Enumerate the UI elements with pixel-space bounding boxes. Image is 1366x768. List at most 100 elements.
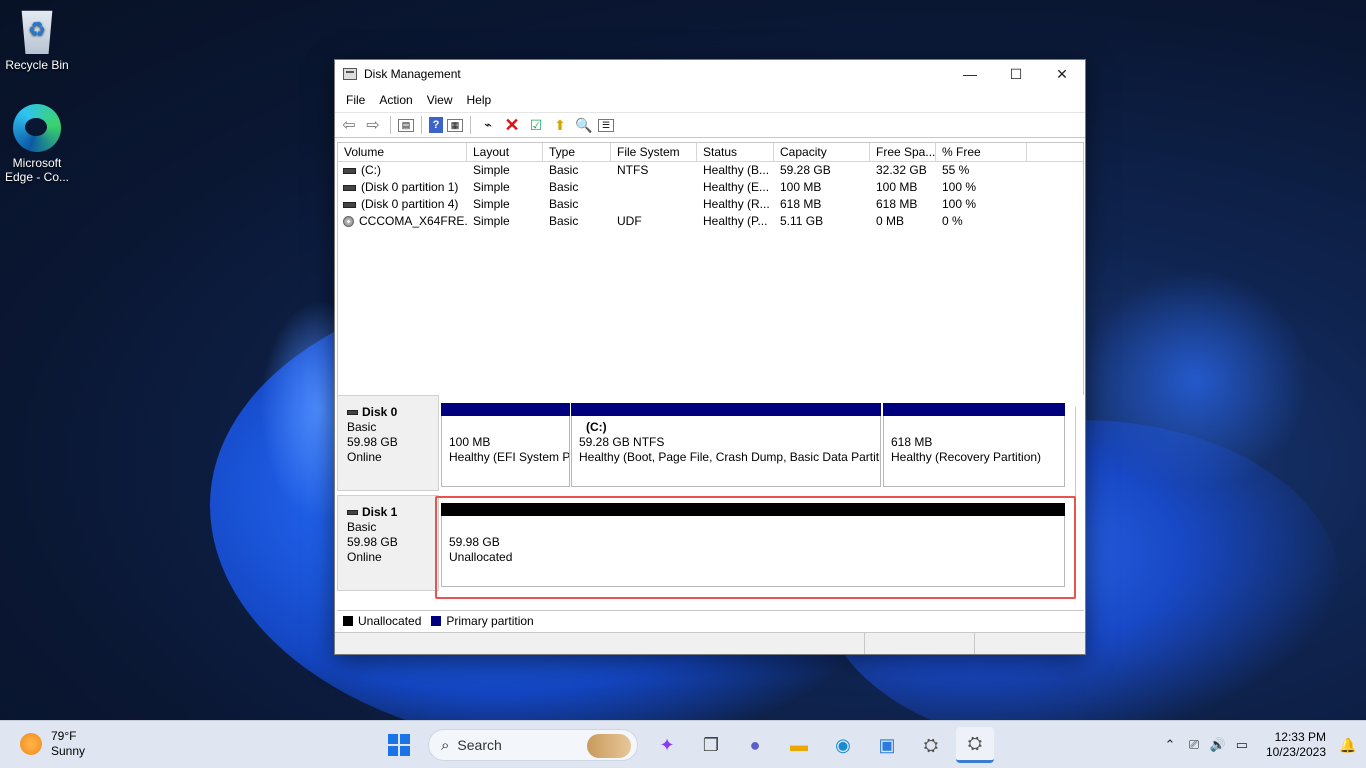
microsoft-store-icon[interactable]: ▣: [868, 727, 906, 763]
desktop-icon-edge[interactable]: Microsoft Edge - Co...: [0, 104, 74, 184]
teams-chat-icon[interactable]: ●: [736, 727, 774, 763]
connect-drive-icon[interactable]: ⌁: [478, 115, 498, 135]
legend-label-primary: Primary partition: [446, 613, 534, 628]
column-header-file-system[interactable]: File System: [611, 143, 697, 161]
drive-icon: [343, 167, 356, 174]
percent-free-cell: 100 %: [942, 197, 977, 211]
free-space-cell: 100 MB: [876, 180, 918, 194]
table-row[interactable]: (Disk 0 partition 1) Simple Basic Health…: [338, 179, 1083, 196]
table-row[interactable]: (C:) Simple Basic NTFS Healthy (B... 59.…: [338, 162, 1083, 179]
column-header-status[interactable]: Status: [697, 143, 774, 161]
table-row[interactable]: CCCOMA_X64FRE... Simple Basic UDF Health…: [338, 213, 1083, 230]
partition-legend: Unallocated Primary partition: [337, 610, 1084, 630]
file-system-cell: UDF: [617, 214, 642, 228]
column-header-percent-free[interactable]: % Free: [936, 143, 1027, 161]
weather-widget[interactable]: 79°F Sunny: [20, 729, 85, 759]
taskbar-search[interactable]: ⌕ Search: [428, 729, 638, 761]
menu-help[interactable]: Help: [460, 93, 499, 107]
maximize-button[interactable]: ☐: [993, 60, 1039, 88]
drive-icon: [343, 201, 356, 208]
clock-date: 10/23/2023: [1265, 745, 1326, 759]
back-arrow-icon[interactable]: ⇦: [339, 115, 359, 135]
capacity-cell: 100 MB: [780, 180, 822, 194]
weather-condition: Sunny: [51, 744, 86, 758]
notification-bell-icon[interactable]: 🔔: [1336, 737, 1360, 754]
sun-icon: [20, 733, 42, 755]
disk-management-window: Disk Management — ☐ ✕ File Action View H…: [334, 59, 1086, 655]
disk-name: Disk 0: [347, 405, 438, 420]
clock-time: 12:33 PM: [1274, 730, 1326, 744]
properties-panel-icon[interactable]: ☰: [598, 118, 614, 132]
edge-taskbar-icon[interactable]: ◉: [824, 727, 862, 763]
search-folder-icon[interactable]: 🔍: [574, 115, 594, 135]
task-view-icon[interactable]: ❐: [692, 727, 730, 763]
partition-c[interactable]: (C:) 59.28 GB NTFS Healthy (Boot, Page F…: [571, 403, 881, 491]
column-header-layout[interactable]: Layout: [467, 143, 543, 161]
file-explorer-icon[interactable]: ▬: [780, 727, 818, 763]
window-title: Disk Management: [364, 67, 461, 81]
disk-state: Online: [347, 550, 382, 564]
table-row[interactable]: (Disk 0 partition 4) Simple Basic Health…: [338, 196, 1083, 213]
partition-label: [449, 520, 1064, 535]
partition-status: Healthy (Boot, Page File, Crash Dump, Ba…: [579, 450, 881, 464]
forward-arrow-icon[interactable]: ⇨: [363, 115, 383, 135]
disk-management-taskbar-icon[interactable]: ⛭: [956, 727, 994, 763]
title-bar[interactable]: Disk Management — ☐ ✕: [335, 60, 1085, 88]
taskbar: 79°F Sunny ⌕ Search ✦ ❐ ● ▬ ◉ ▣ ⛭ ⛭ ⌃ ⎚ …: [0, 720, 1366, 768]
close-button[interactable]: ✕: [1039, 60, 1085, 88]
layout-cell: Simple: [473, 163, 510, 177]
partition-size: 618 MB: [891, 435, 933, 449]
volume-name: (C:): [361, 163, 381, 177]
disk-type: Basic: [347, 420, 377, 434]
start-button[interactable]: [380, 727, 418, 763]
partition-status: Healthy (Recovery Partition): [891, 450, 1042, 464]
copilot-icon[interactable]: ✦: [648, 727, 686, 763]
disk-info-panel[interactable]: Disk 1 Basic 59.98 GB Online: [337, 495, 439, 591]
disk-name: Disk 1: [347, 505, 438, 520]
disk-name-label: Disk 1: [362, 505, 398, 519]
computer-management-icon[interactable]: ⛭: [912, 727, 950, 763]
volume-cell: CCCOMA_X64FRE...: [338, 213, 467, 230]
show-hide-console-tree-icon[interactable]: ▤: [398, 118, 414, 132]
disk-info-panel[interactable]: Disk 0 Basic 59.98 GB Online: [337, 395, 439, 491]
legend-label-unallocated: Unallocated: [358, 613, 422, 628]
network-icon[interactable]: ⎚: [1182, 737, 1206, 753]
menu-action[interactable]: Action: [372, 93, 419, 107]
partition-size: 59.28 GB NTFS: [579, 435, 665, 449]
show-action-pane-icon[interactable]: ▦: [447, 118, 463, 132]
partition-unallocated[interactable]: 59.98 GB Unallocated: [441, 503, 1065, 591]
column-header-free-space[interactable]: Free Spa...: [870, 143, 936, 161]
partition-efi[interactable]: 100 MB Healthy (EFI System P: [441, 403, 570, 491]
free-space-cell: 618 MB: [876, 197, 918, 211]
column-header-capacity[interactable]: Capacity: [774, 143, 870, 161]
column-header-volume[interactable]: Volume: [338, 143, 467, 161]
partition-size: 59.98 GB: [449, 535, 500, 549]
status-bar: [335, 632, 1085, 654]
export-list-icon[interactable]: ⬆: [550, 115, 570, 135]
column-header-type[interactable]: Type: [543, 143, 611, 161]
battery-icon[interactable]: ▭: [1230, 737, 1254, 753]
delete-icon[interactable]: ✕: [502, 115, 522, 135]
partition-recovery[interactable]: 618 MB Healthy (Recovery Partition): [883, 403, 1065, 491]
minimize-button[interactable]: —: [947, 60, 993, 88]
disk-row-disk-0: Disk 0 Basic 59.98 GB Online 100 MB Heal…: [337, 395, 1067, 491]
volume-icon[interactable]: 🔊: [1206, 737, 1230, 753]
desktop-icon-recycle-bin[interactable]: ♻ Recycle Bin: [0, 6, 74, 72]
properties-check-icon[interactable]: ☑: [526, 115, 546, 135]
status-cell: Healthy (R...: [703, 197, 770, 211]
status-segment: [865, 633, 975, 654]
chevron-up-icon[interactable]: ⌃: [1158, 737, 1182, 753]
partition-bar: [883, 403, 1065, 416]
disk-view-scrollbar[interactable]: [1075, 407, 1079, 591]
layout-cell: Simple: [473, 180, 510, 194]
clock[interactable]: 12:33 PM 10/23/2023: [1266, 730, 1326, 760]
help-icon[interactable]: ?: [429, 117, 443, 133]
volume-name: (Disk 0 partition 4): [361, 197, 459, 211]
partition-label: [891, 420, 1064, 435]
windows-logo-icon: [388, 734, 410, 756]
system-tray: ⌃ ⎚ 🔊 ▭ 12:33 PM 10/23/2023 🔔: [1158, 721, 1366, 768]
menu-view[interactable]: View: [420, 93, 460, 107]
status-cell: Healthy (E...: [703, 180, 770, 194]
menu-file[interactable]: File: [339, 93, 372, 107]
partition-body: 618 MB Healthy (Recovery Partition): [883, 416, 1065, 487]
